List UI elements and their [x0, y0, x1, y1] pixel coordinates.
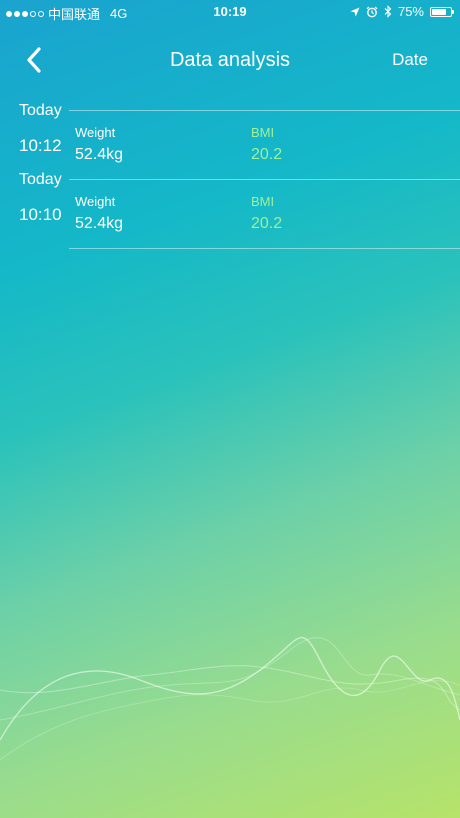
bmi-value: 20.2 — [251, 215, 283, 232]
record-list: Today 10:12 Weight 52.4kg BMI 20.2 Today… — [0, 100, 460, 238]
weight-label: Weight — [75, 125, 116, 140]
battery-fill — [432, 8, 446, 15]
record-time: 10:10 — [19, 205, 62, 224]
record-time: 10:12 — [19, 136, 62, 155]
status-bar: 中国联通 4G 10:19 75% — [0, 0, 460, 24]
bluetooth-icon — [384, 5, 392, 18]
navigation-bar: Data analysis Date — [0, 38, 460, 82]
battery-icon — [430, 6, 454, 17]
date-button[interactable]: Date — [392, 50, 428, 70]
record-divider — [69, 179, 460, 180]
alarm-clock-icon — [366, 6, 378, 17]
bmi-label: BMI — [251, 125, 275, 140]
decorative-wave-lines — [0, 637, 460, 761]
location-arrow-icon — [350, 7, 360, 16]
list-bottom-divider — [69, 248, 460, 249]
battery-percent: 75% — [397, 4, 424, 19]
weight-value: 52.4kg — [75, 215, 124, 232]
weight-label: Weight — [75, 194, 116, 209]
record-item[interactable]: Today 10:12 Weight 52.4kg BMI 20.2 — [0, 100, 460, 169]
record-item[interactable]: Today 10:10 Weight 52.4kg BMI 20.2 — [0, 169, 460, 238]
weight-value: 52.4kg — [75, 146, 124, 163]
bmi-value: 20.2 — [251, 146, 283, 163]
page-title: Data analysis — [169, 49, 291, 71]
record-date: Today — [19, 102, 62, 119]
status-right: 75% — [350, 4, 454, 19]
record-date: Today — [19, 171, 62, 188]
bmi-label: BMI — [251, 194, 275, 209]
record-divider — [69, 110, 460, 111]
